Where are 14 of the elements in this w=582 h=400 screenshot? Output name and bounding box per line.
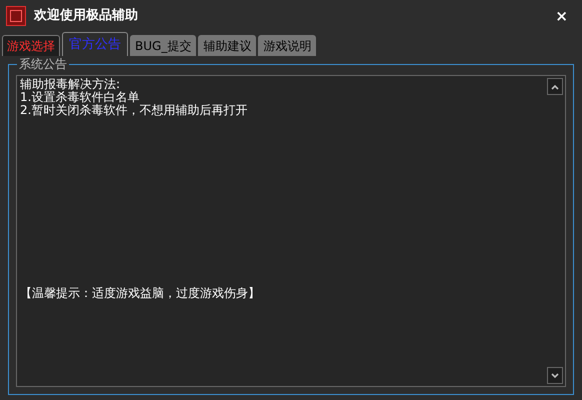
app-logo-icon [6,6,26,26]
notice-line: 辅助报毒解决方法: [20,78,120,91]
tab[interactable]: 游戏说明 [258,35,316,56]
notice-line: 2.暂时关闭杀毒软件，不想用辅助后再打开 [20,104,248,117]
scroll-up-icon[interactable] [547,78,563,95]
close-button[interactable]: × [555,4,568,28]
tab[interactable]: 游戏选择 [2,35,60,56]
tab[interactable]: 辅助建议 [198,35,256,56]
group-title: 系统公告 [17,56,69,72]
notice-line: 1.设置杀毒软件白名单 [20,91,140,104]
scroll-down-icon[interactable] [547,367,563,384]
tab[interactable]: BUG_提交 [130,35,196,56]
window-title: 欢迎使用极品辅助 [34,6,138,26]
tip-text: 【温馨提示：适度游戏益脑，过度游戏伤身】 [20,287,260,300]
